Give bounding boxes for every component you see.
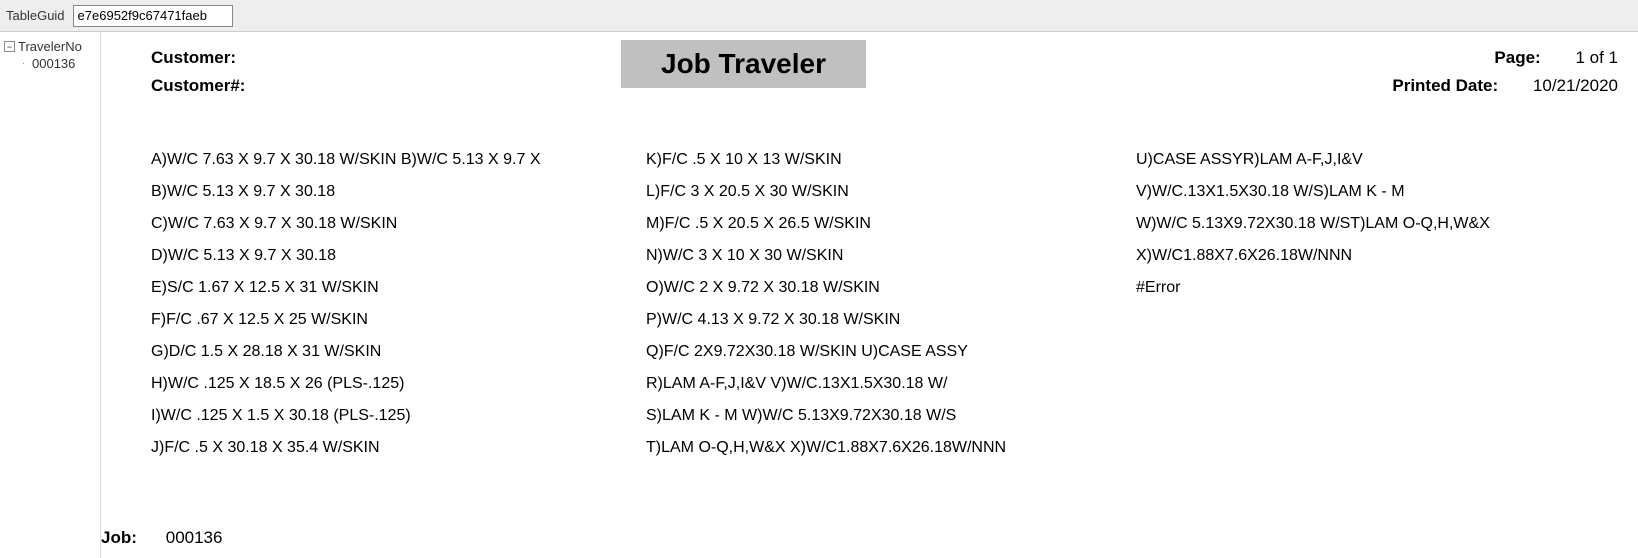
main-area: − TravelerNo · 000136 Customer: Customer… — [0, 32, 1638, 558]
collapse-icon[interactable]: − — [4, 41, 15, 52]
tableguid-input[interactable] — [73, 5, 233, 27]
list-item: X)W/C1.88X7.6X26.18W/NNN — [1136, 240, 1618, 272]
list-item: S)LAM K - M W)W/C 5.13X9.72X30.18 W/S — [646, 400, 1136, 432]
customer-label: Customer: — [151, 48, 621, 68]
list-item: N)W/C 3 X 10 X 30 W/SKIN — [646, 240, 1136, 272]
tree-root[interactable]: − TravelerNo — [0, 38, 100, 55]
list-item: I)W/C .125 X 1.5 X 30.18 (PLS-.125) — [151, 400, 646, 432]
list-item: F)F/C .67 X 12.5 X 25 W/SKIN — [151, 304, 646, 336]
header-center: Job Traveler — [621, 40, 866, 88]
list-item: P)W/C 4.13 X 9.72 X 30.18 W/SKIN — [646, 304, 1136, 336]
tableguid-label: TableGuid — [6, 8, 65, 23]
header-right: Page: 1 of 1 Printed Date: 10/21/2020 — [866, 40, 1618, 104]
printed-date-label: Printed Date: — [1392, 76, 1498, 96]
list-item: D)W/C 5.13 X 9.7 X 30.18 — [151, 240, 646, 272]
list-item: T)LAM O-Q,H,W&X X)W/C1.88X7.6X26.18W/NNN — [646, 432, 1136, 464]
toolbar: TableGuid — [0, 0, 1638, 32]
list-item: #Error — [1136, 272, 1618, 304]
list-item: J)F/C .5 X 30.18 X 35.4 W/SKIN — [151, 432, 646, 464]
column-1: A)W/C 7.63 X 9.7 X 30.18 W/SKIN B)W/C 5.… — [151, 144, 646, 464]
header-left: Customer: Customer#: — [121, 40, 621, 104]
page-label: Page: — [1494, 48, 1540, 68]
list-item: R)LAM A-F,J,I&V V)W/C.13X1.5X30.18 W/ — [646, 368, 1136, 400]
job-value: 000136 — [166, 528, 223, 547]
list-item: V)W/C.13X1.5X30.18 W/S)LAM K - M — [1136, 176, 1618, 208]
list-item: Q)F/C 2X9.72X30.18 W/SKIN U)CASE ASSY — [646, 336, 1136, 368]
column-3: U)CASE ASSYR)LAM A-F,J,I&V V)W/C.13X1.5X… — [1136, 144, 1618, 464]
job-row: Job: 000136 — [101, 528, 222, 548]
tree-child-label: 000136 — [32, 56, 75, 71]
list-item: C)W/C 7.63 X 9.7 X 30.18 W/SKIN — [151, 208, 646, 240]
list-item: A)W/C 7.63 X 9.7 X 30.18 W/SKIN B)W/C 5.… — [151, 144, 646, 176]
printed-date-value: 10/21/2020 — [1533, 76, 1618, 95]
page-value: 1 of 1 — [1575, 48, 1618, 67]
tree-leaf-icon: · — [18, 58, 29, 69]
list-item: B)W/C 5.13 X 9.7 X 30.18 — [151, 176, 646, 208]
list-item: U)CASE ASSYR)LAM A-F,J,I&V — [1136, 144, 1618, 176]
tree-sidebar: − TravelerNo · 000136 — [0, 32, 101, 558]
list-item: M)F/C .5 X 20.5 X 26.5 W/SKIN — [646, 208, 1136, 240]
report-header: Customer: Customer#: Job Traveler Page: … — [121, 40, 1618, 104]
page-title: Job Traveler — [621, 40, 866, 88]
list-item: W)W/C 5.13X9.72X30.18 W/ST)LAM O-Q,H,W&X — [1136, 208, 1618, 240]
tree-root-label: TravelerNo — [18, 39, 82, 54]
list-item: L)F/C 3 X 20.5 X 30 W/SKIN — [646, 176, 1136, 208]
tree-child[interactable]: · 000136 — [0, 55, 100, 72]
list-item: E)S/C 1.67 X 12.5 X 31 W/SKIN — [151, 272, 646, 304]
report-page: Customer: Customer#: Job Traveler Page: … — [101, 32, 1638, 558]
list-item: H)W/C .125 X 18.5 X 26 (PLS-.125) — [151, 368, 646, 400]
list-item: O)W/C 2 X 9.72 X 30.18 W/SKIN — [646, 272, 1136, 304]
customer-number-label: Customer#: — [151, 76, 621, 96]
body-columns: A)W/C 7.63 X 9.7 X 30.18 W/SKIN B)W/C 5.… — [121, 144, 1618, 464]
list-item: G)D/C 1.5 X 28.18 X 31 W/SKIN — [151, 336, 646, 368]
list-item: K)F/C .5 X 10 X 13 W/SKIN — [646, 144, 1136, 176]
job-label: Job: — [101, 528, 161, 548]
column-2: K)F/C .5 X 10 X 13 W/SKIN L)F/C 3 X 20.5… — [646, 144, 1136, 464]
